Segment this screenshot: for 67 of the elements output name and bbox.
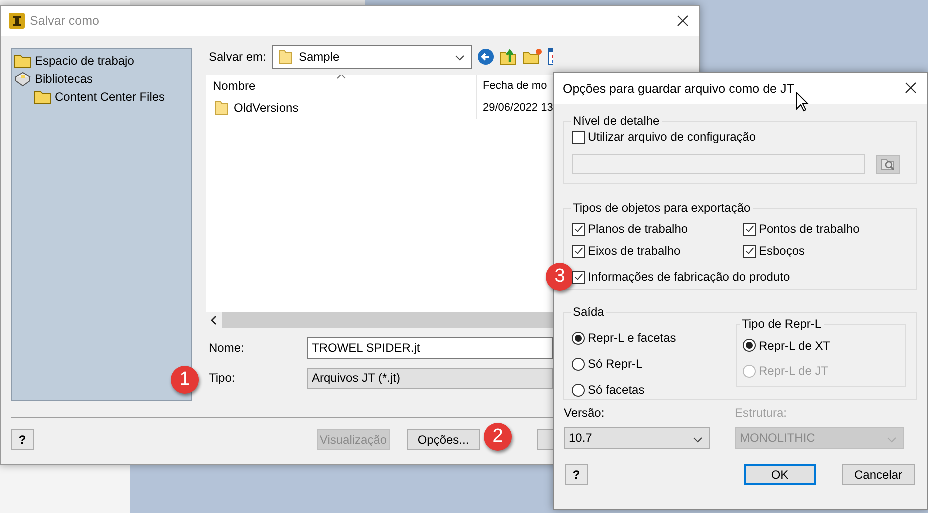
help-button[interactable]: ? [11, 429, 34, 450]
type-label: Tipo: [208, 371, 236, 385]
dialog-button[interactable]: OK [744, 464, 816, 485]
radio-label[interactable]: Repr-L de XT [759, 338, 831, 353]
name-label: Nome: [208, 341, 246, 355]
dropdown[interactable]: 10.7 [564, 427, 710, 449]
file-type-dropdown[interactable]: Arquivos JT (*.jt) [307, 368, 553, 388]
horizontal-scrollbar[interactable] [206, 312, 553, 328]
radio-button[interactable] [572, 332, 585, 344]
checkbox-label[interactable]: Planos de trabalho [588, 222, 688, 236]
chevron-down-icon [887, 437, 897, 443]
checkbox[interactable] [572, 222, 585, 236]
dialog-button[interactable]: Cancelar [842, 464, 915, 485]
radio-label[interactable]: Só Repr-L [588, 357, 643, 371]
close-icon[interactable] [677, 15, 689, 27]
folder-icon [215, 100, 229, 116]
config-file-field[interactable] [572, 154, 865, 174]
save-in-dropdown[interactable]: Sample [272, 45, 472, 69]
file-row[interactable]: OldVersions 29/06/2022 13 [206, 97, 553, 119]
sidebar-item[interactable]: Bibliotecas [14, 70, 189, 88]
window-title: Opções para guardar arquivo como de JT [563, 82, 794, 96]
sidebar-item[interactable]: Content Center Files [14, 88, 189, 106]
save-in-label: Salvar em: [208, 50, 268, 64]
radio-button[interactable] [743, 339, 756, 352]
dialog-button[interactable]: Opções... [407, 429, 480, 450]
radio-button[interactable] [572, 358, 585, 370]
help-button[interactable]: ? [565, 464, 588, 485]
checkbox[interactable] [572, 130, 585, 144]
file-name: OldVersions [234, 101, 299, 115]
library-icon [14, 71, 32, 87]
window-title: Salvar como [30, 14, 100, 28]
scroll-left-icon [211, 316, 217, 324]
group-title: Tipo de Repr-L [741, 317, 823, 331]
back-icon[interactable] [477, 48, 495, 66]
sort-ascending-icon [337, 75, 346, 79]
close-icon[interactable] [905, 82, 917, 94]
field-label: Versão: [564, 406, 606, 420]
field-label: Estrutura: [735, 406, 788, 420]
checkbox-label[interactable]: Pontos de trabalho [759, 222, 860, 236]
column-header[interactable]: Fecha de mo [477, 75, 553, 97]
checkbox[interactable] [572, 244, 585, 258]
folder-icon [14, 53, 32, 69]
group-title: Tipos de objetos para exportação [572, 201, 752, 215]
group-title: Saída [572, 305, 606, 319]
radio-button[interactable] [572, 384, 585, 396]
chevron-down-icon [693, 437, 703, 443]
group-title: Nível de detalhe [572, 114, 661, 128]
checkbox-label[interactable]: Utilizar arquivo de configuração [588, 130, 756, 144]
checkbox[interactable] [572, 270, 585, 284]
folder-up-icon[interactable] [500, 48, 518, 66]
column-header[interactable]: Nombre [206, 75, 477, 97]
folder-icon [279, 49, 293, 65]
sidebar-item[interactable]: Espacio de trabajo [14, 52, 189, 70]
checkbox-label[interactable]: Esboços [759, 244, 806, 258]
checkbox-label[interactable]: Informações de fabricação do produto [588, 270, 790, 284]
modified-date: 29/06/2022 13 [483, 102, 553, 114]
checkbox-label[interactable]: Eixos de trabalho [588, 244, 681, 258]
radio-label[interactable]: Só facetas [588, 383, 645, 397]
file-name-field[interactable]: TROWEL SPIDER.jt [307, 337, 553, 359]
checkbox[interactable] [743, 222, 756, 236]
radio-label[interactable]: Repr-L e facetas [588, 331, 676, 345]
new-folder-icon[interactable] [523, 48, 543, 66]
browse-icon[interactable] [876, 154, 900, 174]
folder-icon [34, 89, 52, 105]
app-icon [9, 13, 25, 29]
chevron-down-icon [455, 55, 465, 61]
checkbox[interactable] [743, 244, 756, 258]
